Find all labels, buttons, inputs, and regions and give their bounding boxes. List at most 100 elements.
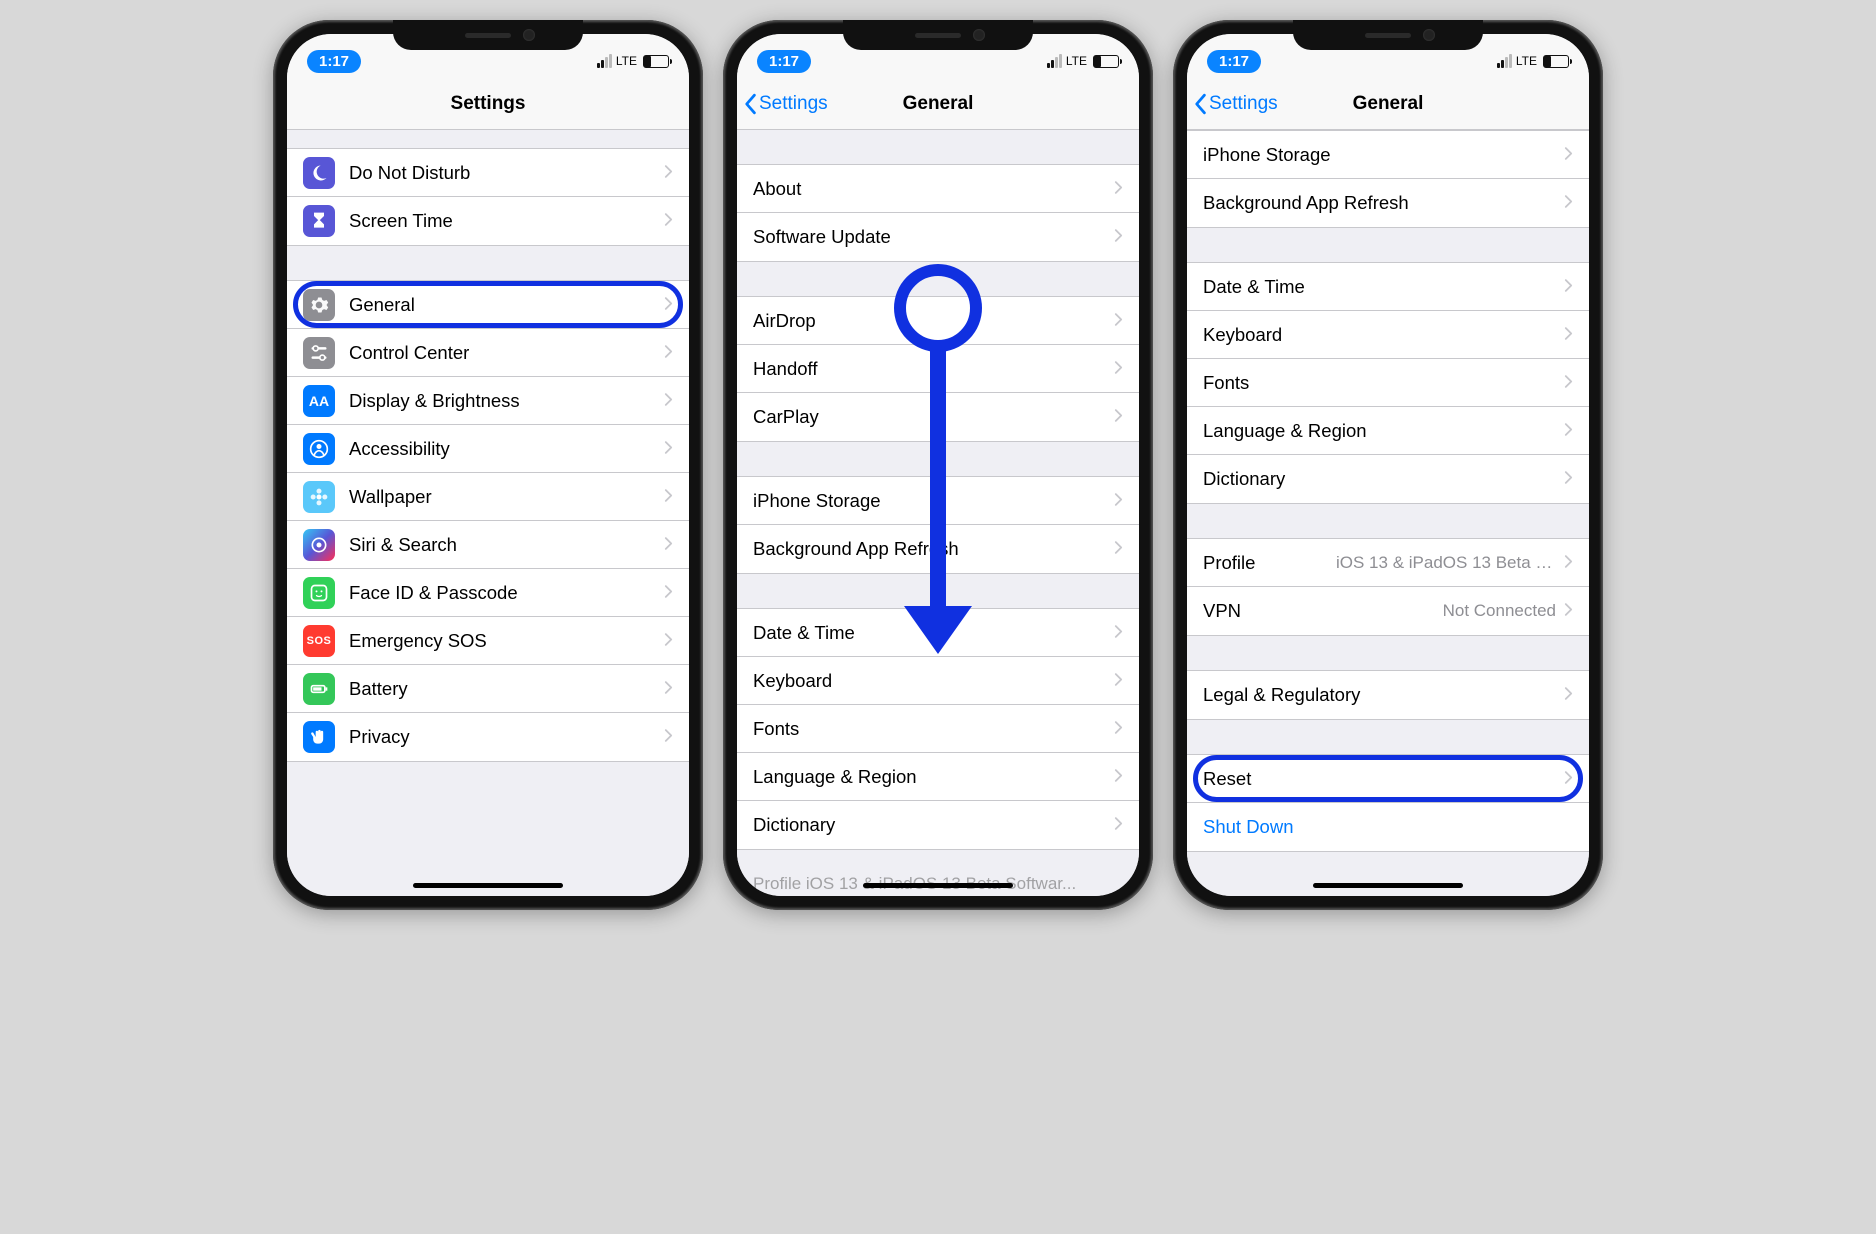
row-carplay[interactable]: CarPlay [737,393,1139,441]
home-indicator[interactable] [1313,883,1463,888]
row-label: Face ID & Passcode [349,582,664,604]
row-label: iPhone Storage [753,490,1114,512]
screen-general-top: 1:17 LTE Settings General AboutSoftware … [737,34,1139,896]
row-label: Display & Brightness [349,390,664,412]
chevron-right-icon [1564,372,1573,394]
row-airdrop[interactable]: AirDrop [737,297,1139,345]
general-list[interactable]: About Software Update AirDrop HandoffCarPla… [737,130,1139,896]
chevron-right-icon [664,210,673,232]
row-storage2[interactable]: iPhone Storage [1187,131,1589,179]
row-screentime[interactable]: Screen Time [287,197,689,245]
row-wallpaper[interactable]: Wallpaper [287,473,689,521]
nav-bar: Settings [287,78,689,130]
chevron-right-icon [1114,766,1123,788]
row-dnd[interactable]: Do Not Disturb [287,149,689,197]
row-vpn[interactable]: VPNNot Connected [1187,587,1589,635]
row-siri[interactable]: Siri & Search [287,521,689,569]
row-datetime2[interactable]: Date & Time [1187,263,1589,311]
row-display[interactable]: AA Display & Brightness [287,377,689,425]
chevron-right-icon [1564,144,1573,166]
row-label: Background App Refresh [1203,192,1564,214]
row-label: Reset [1203,768,1564,790]
nav-back-button[interactable]: Settings [1193,93,1278,115]
controlcenter-icon [303,337,335,369]
row-fonts[interactable]: Fonts [737,705,1139,753]
nav-title: General [1353,93,1424,115]
truncated-row: Profile iOS 13 & iPadOS 13 Beta Softwar.… [737,868,1139,894]
general-list-scrolled[interactable]: iPhone Storage Background App Refresh Date… [1187,130,1589,896]
status-time: 1:17 [307,50,361,73]
status-right: LTE [1497,54,1569,68]
status-right: LTE [1047,54,1119,68]
row-profile[interactable]: ProfileiOS 13 & iPadOS 13 Beta Softwar..… [1187,539,1589,587]
nav-bar: Settings General [737,78,1139,130]
row-about[interactable]: About [737,165,1139,213]
device-notch [393,20,583,50]
accessibility-icon [303,433,335,465]
row-label: Shut Down [1203,816,1573,838]
row-swupdate[interactable]: Software Update [737,213,1139,261]
chevron-right-icon [1564,192,1573,214]
chevron-right-icon [1114,538,1123,560]
row-general[interactable]: General [287,281,689,329]
settings-group: iPhone Storage Background App Refresh [1187,130,1589,228]
nav-back-button[interactable]: Settings [743,93,828,115]
row-fonts2[interactable]: Fonts [1187,359,1589,407]
chevron-right-icon [664,390,673,412]
row-bgrefresh2[interactable]: Background App Refresh [1187,179,1589,227]
row-label: Keyboard [753,670,1114,692]
row-label: Privacy [349,726,664,748]
chevron-right-icon [1114,490,1123,512]
row-dictionary[interactable]: Dictionary [737,801,1139,849]
chevron-right-icon [664,438,673,460]
nav-bar: Settings General [1187,78,1589,130]
home-indicator[interactable] [413,883,563,888]
signal-icon [597,54,612,68]
row-legal[interactable]: Legal & Regulatory [1187,671,1589,719]
row-langregion[interactable]: Language & Region [737,753,1139,801]
row-keyboard[interactable]: Keyboard [737,657,1139,705]
chevron-right-icon [1114,310,1123,332]
nav-title: Settings [451,93,526,115]
row-accessibility[interactable]: Accessibility [287,425,689,473]
row-label: Date & Time [753,622,1114,644]
row-dictionary2[interactable]: Dictionary [1187,455,1589,503]
dnd-icon [303,157,335,189]
device-notch [843,20,1033,50]
row-langregion2[interactable]: Language & Region [1187,407,1589,455]
settings-group: Legal & Regulatory [1187,670,1589,720]
row-label: AirDrop [753,310,1114,332]
row-label: Legal & Regulatory [1203,684,1564,706]
row-battery[interactable]: Battery [287,665,689,713]
settings-list[interactable]: Do Not DisturbScreen Time GeneralControl … [287,130,689,896]
chevron-left-icon [743,93,757,115]
chevron-right-icon [1564,468,1573,490]
row-datetime[interactable]: Date & Time [737,609,1139,657]
row-value: Not Connected [1443,601,1556,621]
privacy-icon [303,721,335,753]
row-controlcenter[interactable]: Control Center [287,329,689,377]
row-handoff[interactable]: Handoff [737,345,1139,393]
signal-icon [1047,54,1062,68]
settings-group: Reset Shut Down [1187,754,1589,852]
row-storage[interactable]: iPhone Storage [737,477,1139,525]
row-reset[interactable]: Reset [1187,755,1589,803]
row-shutdown[interactable]: Shut Down [1187,803,1589,851]
phone-mockup-2: 1:17 LTE Settings General AboutSoftware … [723,20,1153,910]
row-bgrefresh[interactable]: Background App Refresh [737,525,1139,573]
row-label: Emergency SOS [349,630,664,652]
battery-icon [303,673,335,705]
row-label: Language & Region [1203,420,1564,442]
phone-mockup-3: 1:17 LTE Settings General iPhone Storage… [1173,20,1603,910]
battery-icon [1093,55,1119,68]
row-privacy[interactable]: Privacy [287,713,689,761]
home-indicator[interactable] [863,883,1013,888]
row-sos[interactable]: SOSEmergency SOS [287,617,689,665]
chevron-right-icon [1114,178,1123,200]
row-faceid[interactable]: Face ID & Passcode [287,569,689,617]
row-label: Software Update [753,226,1114,248]
chevron-right-icon [664,726,673,748]
row-keyboard2[interactable]: Keyboard [1187,311,1589,359]
row-label: Date & Time [1203,276,1564,298]
display-icon: AA [303,385,335,417]
